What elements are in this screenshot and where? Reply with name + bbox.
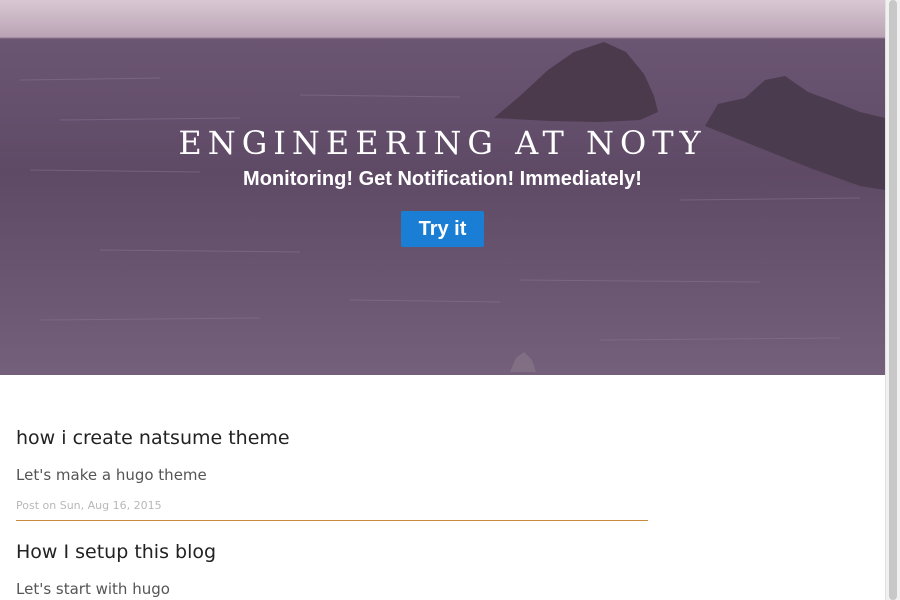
post-date: Post on Sun, Aug 16, 2015 bbox=[16, 499, 162, 512]
post-title-link[interactable]: How I setup this blog bbox=[16, 541, 216, 563]
site-tagline: Monitoring! Get Notification! Immediatel… bbox=[243, 168, 642, 190]
scrollbar-thumb[interactable] bbox=[889, 0, 897, 600]
post-title-link[interactable]: how i create natsume theme bbox=[16, 427, 290, 449]
content-area: ENGINEERING AT NOTY Monitoring! Get Noti… bbox=[0, 0, 885, 600]
vertical-scrollbar[interactable] bbox=[885, 0, 900, 600]
try-it-button[interactable]: Try it bbox=[401, 211, 484, 247]
page: ENGINEERING AT NOTY Monitoring! Get Noti… bbox=[0, 0, 900, 600]
hero-banner: ENGINEERING AT NOTY Monitoring! Get Noti… bbox=[0, 0, 885, 375]
post-divider bbox=[16, 520, 648, 521]
post-summary: Let's make a hugo theme bbox=[16, 466, 207, 484]
post-summary: Let's start with hugo bbox=[16, 580, 170, 598]
site-title: ENGINEERING AT NOTY bbox=[178, 124, 707, 162]
